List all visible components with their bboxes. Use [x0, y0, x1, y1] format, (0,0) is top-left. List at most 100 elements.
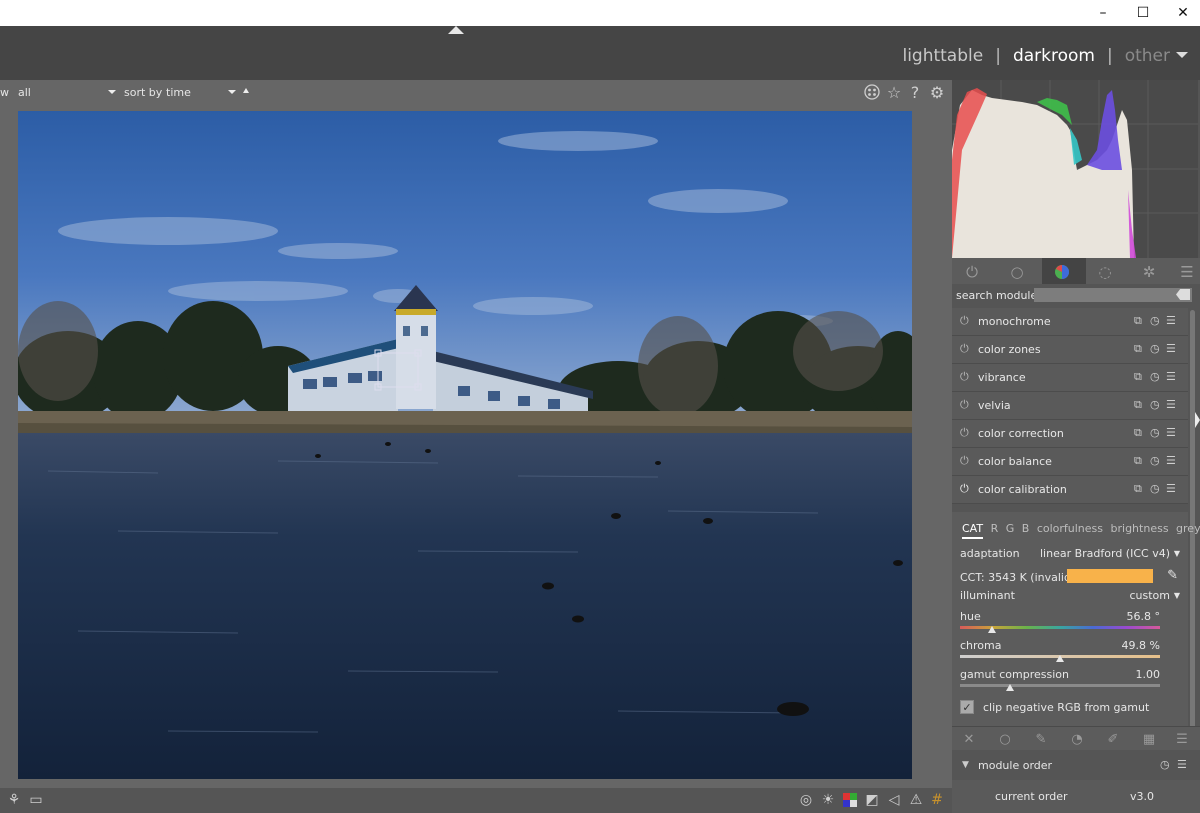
power-icon[interactable]: ⏻ — [960, 399, 972, 411]
right-panel-toggle-icon[interactable] — [1195, 412, 1200, 428]
close-button[interactable]: ✕ — [1163, 0, 1200, 26]
tab-b[interactable]: B — [1022, 522, 1030, 535]
presets-menu-icon[interactable]: ☰ — [1166, 370, 1176, 383]
minimize-button[interactable]: – — [1083, 0, 1123, 26]
instance-icon[interactable]: ⧉ — [1134, 314, 1142, 328]
parametric-mask-icon[interactable]: ◔ — [1069, 731, 1085, 747]
tab-cat[interactable]: CAT — [962, 522, 984, 539]
instance-icon[interactable]: ⧉ — [1134, 342, 1142, 356]
presets-icon[interactable] — [862, 82, 882, 102]
chevron-down-icon[interactable] — [228, 90, 236, 94]
presets-menu-icon[interactable]: ☰ — [1166, 426, 1176, 439]
power-on-icon[interactable]: ⏻ — [960, 483, 972, 495]
presets-menu-icon[interactable]: ☰ — [1177, 758, 1187, 771]
module-color-calibration[interactable]: ⏻ color calibration ⧉ ◷ ☰ — [952, 476, 1188, 504]
bulb-icon[interactable]: ☀ — [819, 791, 837, 809]
maximize-button[interactable]: ☐ — [1123, 0, 1163, 26]
adaptation-select[interactable]: linear Bradford (ICC v4) — [1040, 547, 1170, 560]
circle-icon[interactable]: ○ — [1007, 262, 1027, 282]
reset-icon[interactable]: ◷ — [1150, 426, 1160, 439]
raster-mask-icon[interactable]: ▦ — [1141, 731, 1157, 747]
gear-icon[interactable]: ⚙ — [927, 82, 947, 102]
gamut-slider-track[interactable] — [960, 684, 1160, 687]
gamut-slider-row[interactable]: gamut compression 1.00 — [960, 668, 1180, 691]
sort-order-icon[interactable] — [243, 88, 249, 93]
tab-g[interactable]: G — [1006, 522, 1015, 535]
view-other[interactable]: other — [1125, 46, 1170, 66]
power-icon[interactable]: ⏻ — [960, 343, 972, 355]
focus-peaking-icon[interactable]: ◎ — [797, 791, 815, 809]
raw-overexposed-icon[interactable]: ◩ — [863, 791, 881, 809]
module-order-header[interactable]: ▼ module order ◷ ☰ — [952, 752, 1200, 780]
reset-icon[interactable]: ◷ — [1150, 314, 1160, 327]
instance-icon[interactable]: ⧉ — [1134, 482, 1142, 496]
module-velvia[interactable]: ⏻ velvia ⧉ ◷ ☰ — [952, 392, 1188, 420]
blend-off-icon[interactable]: ✕ — [961, 731, 977, 747]
gamut-check-icon[interactable]: ⚠ — [907, 791, 925, 809]
hue-slider-row[interactable]: hue 56.8 ° — [960, 610, 1180, 633]
clip-row[interactable]: ✓ clip negative RGB from gamut — [952, 700, 1172, 716]
view-darkroom[interactable]: darkroom — [1013, 46, 1095, 66]
presets-menu-icon[interactable]: ☰ — [1166, 454, 1176, 467]
chroma-slider-row[interactable]: chroma 49.8 % — [960, 639, 1180, 662]
reset-icon[interactable]: ◷ — [1150, 370, 1160, 383]
chevron-down-icon[interactable]: ▼ — [1174, 549, 1180, 558]
presets-menu-icon[interactable]: ☰ — [1166, 482, 1176, 495]
module-color-balance[interactable]: ⏻ color balance ⧉ ◷ ☰ — [952, 448, 1188, 476]
power-icon[interactable]: ⏻ — [960, 455, 972, 467]
module-color-zones[interactable]: ⏻ color zones ⧉ ◷ ☰ — [952, 336, 1188, 364]
reset-icon[interactable]: ◷ — [1150, 454, 1160, 467]
second-window-icon[interactable]: ▭ — [27, 791, 45, 809]
tab-grey[interactable]: grey — [1176, 522, 1200, 535]
presets-menu-icon[interactable]: ☰ — [1166, 342, 1176, 355]
color-group-icon[interactable] — [1052, 262, 1072, 282]
tab-r[interactable]: R — [991, 522, 999, 535]
reset-icon[interactable]: ◷ — [1150, 482, 1160, 495]
correct-group-icon[interactable]: ◌ — [1095, 262, 1115, 282]
presets-menu-icon[interactable]: ☰ — [1166, 314, 1176, 327]
power-icon[interactable]: ⏻ — [962, 262, 982, 282]
chevron-down-icon[interactable]: ▼ — [1174, 591, 1180, 600]
star-icon[interactable]: ☆ — [884, 82, 904, 102]
gamut-slider-thumb[interactable] — [1006, 684, 1014, 691]
filter-select[interactable]: all — [18, 86, 31, 99]
collapse-triangle-icon[interactable]: ▼ — [962, 760, 969, 770]
top-panel-toggle-icon[interactable] — [448, 26, 464, 34]
chevron-down-icon[interactable] — [108, 90, 116, 94]
menu-icon[interactable]: ☰ — [1177, 262, 1197, 282]
gamut-value[interactable]: 1.00 — [1136, 668, 1161, 681]
reset-icon[interactable]: ◷ — [1160, 758, 1170, 771]
chroma-slider-thumb[interactable] — [1055, 655, 1064, 662]
hue-slider-thumb[interactable] — [988, 626, 996, 633]
instance-icon[interactable]: ⧉ — [1134, 426, 1142, 440]
guides-icon[interactable]: # — [928, 791, 946, 809]
help-icon[interactable]: ? — [905, 82, 925, 102]
effects-group-icon[interactable]: ✲ — [1139, 262, 1159, 282]
view-lighttable[interactable]: lighttable — [902, 46, 983, 66]
search-input[interactable] — [1034, 288, 1192, 302]
module-monochrome[interactable]: ⏻ monochrome ⧉ ◷ ☰ — [952, 308, 1188, 336]
styles-icon[interactable]: ⚘ — [5, 791, 23, 809]
module-scrollbar[interactable] — [1190, 310, 1195, 730]
tab-brightness[interactable]: brightness — [1111, 522, 1169, 535]
sort-select[interactable]: time — [166, 86, 191, 99]
menu-icon[interactable]: ☰ — [1174, 731, 1190, 747]
reset-icon[interactable]: ◷ — [1150, 342, 1160, 355]
module-vibrance[interactable]: ⏻ vibrance ⧉ ◷ ☰ — [952, 364, 1188, 392]
color-assessment-icon[interactable] — [841, 791, 859, 809]
chroma-value[interactable]: 49.8 % — [1122, 639, 1160, 652]
hue-value[interactable]: 56.8 ° — [1127, 610, 1161, 623]
chevron-down-icon[interactable] — [1176, 52, 1188, 58]
power-icon[interactable]: ⏻ — [960, 427, 972, 439]
illuminant-select[interactable]: custom — [1129, 589, 1170, 602]
clip-checkbox[interactable]: ✓ — [960, 700, 974, 714]
image-canvas[interactable] — [18, 111, 912, 779]
picker-icon[interactable]: ✎ — [1167, 568, 1178, 583]
power-icon[interactable]: ⏻ — [960, 315, 972, 327]
power-icon[interactable]: ⏻ — [960, 371, 972, 383]
presets-menu-icon[interactable]: ☰ — [1166, 398, 1176, 411]
histogram[interactable] — [952, 80, 1198, 258]
drawn-parametric-mask-icon[interactable]: ✐ — [1105, 731, 1121, 747]
instance-icon[interactable]: ⧉ — [1134, 370, 1142, 384]
reset-icon[interactable]: ◷ — [1150, 398, 1160, 411]
